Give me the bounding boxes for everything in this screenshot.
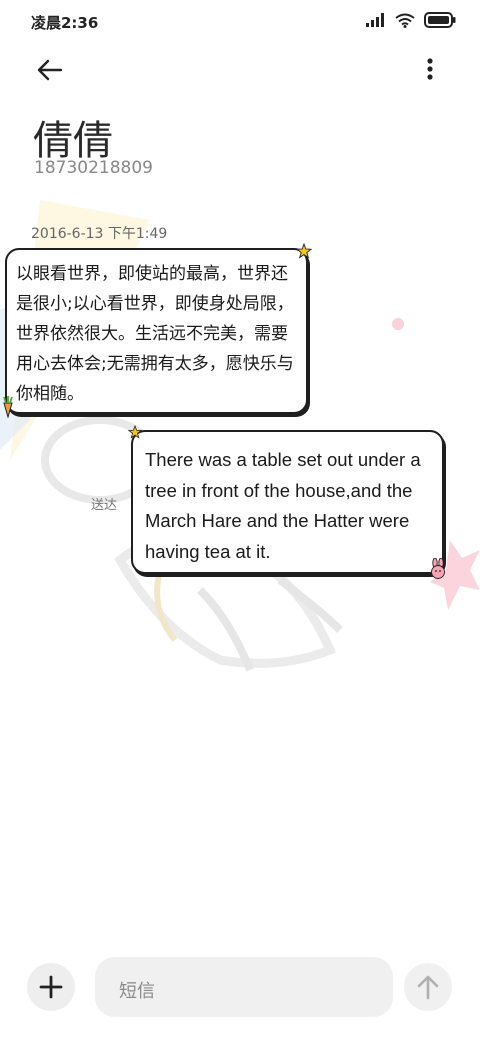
message-timestamp: 2016-6-13 下午1:49 — [31, 226, 168, 242]
incoming-message-bubble[interactable]: 以眼看世界，即使站的最高，世界还是很小;以心看世界，即使身处局限，世界依然很大。… — [5, 248, 308, 414]
add-attachment-button[interactable] — [27, 963, 75, 1011]
arrow-up-icon — [417, 975, 439, 1000]
bunny-icon — [431, 558, 445, 579]
contact-number[interactable]: 18730218809 — [34, 158, 153, 178]
status-icons — [366, 12, 456, 28]
signal-icon — [366, 13, 384, 27]
carrot-icon — [3, 396, 13, 418]
outgoing-message-bubble[interactable]: There was a table set out under a tree i… — [131, 430, 444, 574]
status-bar: 凌晨2:36 — [0, 0, 480, 42]
status-time: 凌晨2:36 — [31, 14, 99, 32]
more-options-button[interactable] — [416, 53, 444, 87]
composer-bar: 短信 — [0, 955, 480, 1021]
back-button[interactable] — [33, 53, 67, 87]
arrow-left-icon — [37, 59, 63, 81]
more-vertical-icon — [427, 58, 433, 80]
top-bar — [0, 45, 480, 95]
wifi-icon — [395, 13, 415, 28]
delivery-status: 送达 — [91, 498, 118, 513]
outgoing-message-text: There was a table set out under a tree i… — [145, 449, 421, 562]
message-input[interactable]: 短信 — [95, 957, 393, 1017]
star-icon — [128, 425, 142, 439]
incoming-message-text: 以眼看世界，即使站的最高，世界还是很小;以心看世界，即使身处局限，世界依然很大。… — [16, 264, 294, 404]
send-button[interactable] — [404, 963, 452, 1011]
message-input-placeholder: 短信 — [119, 981, 155, 1002]
battery-icon — [424, 12, 456, 28]
plus-icon — [39, 975, 63, 999]
star-icon — [296, 243, 312, 259]
